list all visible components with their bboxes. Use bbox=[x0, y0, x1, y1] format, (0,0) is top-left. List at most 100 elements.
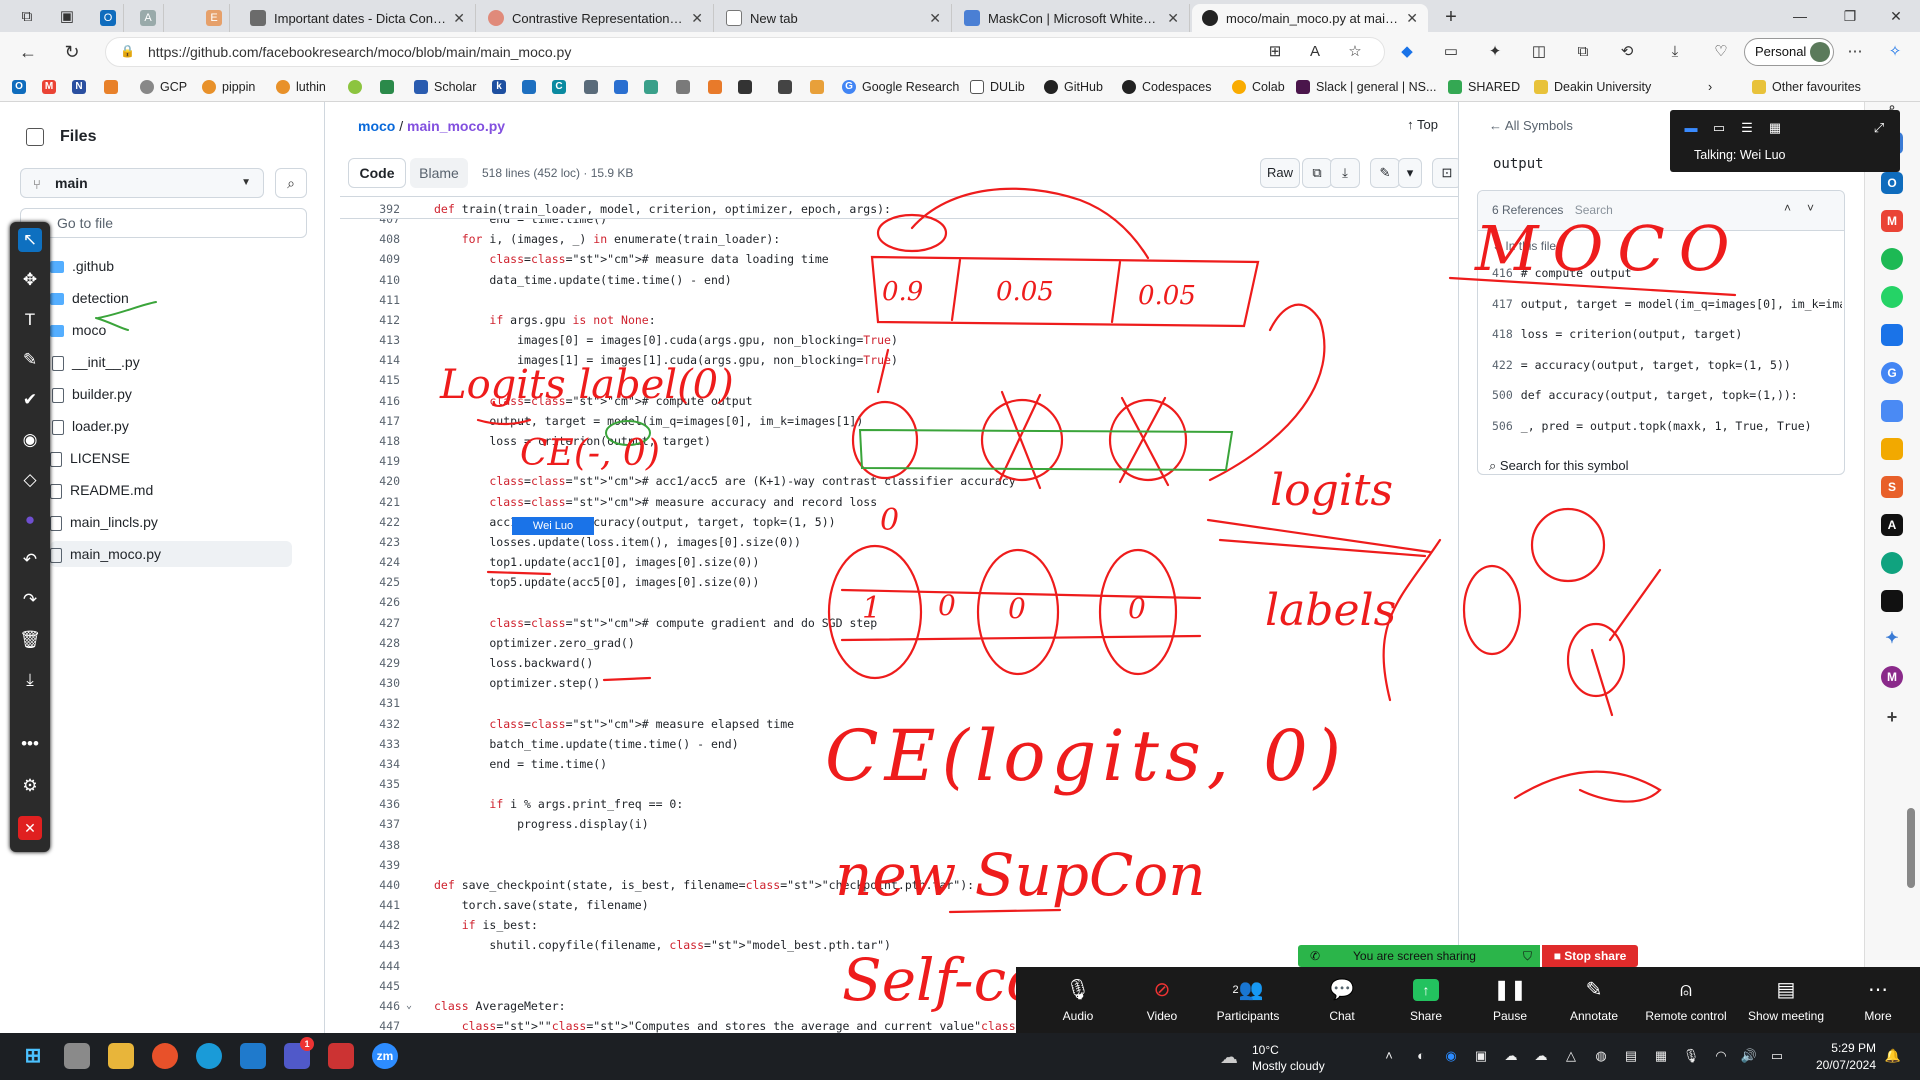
reference-item[interactable]: 422 = accuracy(output, target, topk=(1, 5… bbox=[1492, 355, 1842, 375]
file-explorer-icon[interactable] bbox=[108, 1043, 134, 1069]
line-number[interactable]: 410 bbox=[340, 270, 400, 290]
show-meeting-button[interactable]: ▤ Show meeting bbox=[1736, 967, 1836, 1033]
pdf-reader-icon[interactable] bbox=[328, 1043, 354, 1069]
bookmark-other-favourites[interactable]: Other favourites bbox=[1752, 78, 1861, 96]
bookmark-m[interactable] bbox=[810, 78, 830, 96]
more-button[interactable]: ⋯ More bbox=[1836, 967, 1920, 1033]
bookmark-j[interactable] bbox=[778, 78, 798, 96]
bookmark-c[interactable]: C bbox=[552, 78, 572, 96]
bookmark-i[interactable] bbox=[738, 78, 758, 96]
line-number[interactable]: 441 bbox=[340, 895, 400, 915]
line-number[interactable]: 415 bbox=[340, 370, 400, 390]
bookmark-luthin[interactable]: luthin bbox=[276, 78, 326, 96]
tree-item-license[interactable]: LICENSE bbox=[50, 445, 300, 471]
line-number[interactable]: 419 bbox=[340, 451, 400, 471]
participants-button[interactable]: 2👥 Participants bbox=[1206, 967, 1290, 1033]
line-number[interactable]: 442 bbox=[340, 915, 400, 935]
redo-icon[interactable]: ↷ bbox=[18, 588, 42, 612]
save-icon[interactable]: ⤓ bbox=[18, 668, 42, 692]
reference-item[interactable]: 417 output, target = model(im_q=images[0]… bbox=[1492, 294, 1842, 314]
tree-item-loader[interactable]: loader.py bbox=[52, 413, 300, 439]
tab-code[interactable]: Code bbox=[348, 158, 406, 188]
edge-icon[interactable] bbox=[196, 1043, 222, 1069]
chatgpt-icon[interactable] bbox=[1881, 552, 1903, 574]
line-number[interactable]: 416 bbox=[340, 391, 400, 411]
clear-trash-icon[interactable]: 🗑 bbox=[18, 628, 42, 652]
split-screen-icon[interactable]: ◫ bbox=[1528, 41, 1550, 63]
draw-tool-icon[interactable]: ✎ bbox=[18, 348, 42, 372]
tray-app-icon[interactable]: ◍ bbox=[1592, 1047, 1610, 1065]
zoom-tray-icon[interactable]: ◉ bbox=[1442, 1047, 1460, 1065]
bookmark-slack[interactable]: Slack | general | NS... bbox=[1296, 78, 1436, 96]
tray-app-icon[interactable]: ◐ bbox=[1412, 1047, 1430, 1065]
line-number[interactable]: 447 bbox=[340, 1016, 400, 1034]
line-number[interactable]: 417 bbox=[340, 411, 400, 431]
vscode-icon[interactable] bbox=[240, 1043, 266, 1069]
workspaces-icon[interactable]: ⧉ bbox=[16, 6, 38, 28]
text-tool-icon[interactable]: T bbox=[18, 308, 42, 332]
gmail-icon[interactable]: M bbox=[1881, 210, 1903, 232]
tree-item-main-lincls[interactable]: main_lincls.py bbox=[50, 509, 300, 535]
line-number[interactable]: 412 bbox=[340, 310, 400, 330]
copy-icon[interactable]: ⧉ bbox=[1302, 158, 1332, 188]
bookmark-gcp[interactable]: GCP bbox=[140, 78, 187, 96]
branch-selector[interactable]: ⑂ main ▼ bbox=[20, 168, 264, 198]
tree-item-readme[interactable]: README.md bbox=[50, 477, 300, 503]
video-strip-icon[interactable]: ▭ bbox=[1710, 120, 1728, 136]
line-number[interactable]: 418 bbox=[340, 431, 400, 451]
maximize-icon[interactable]: ❐ bbox=[1830, 2, 1870, 30]
search-icon[interactable]: ⌕ bbox=[275, 168, 307, 198]
stop-share-button[interactable]: ■ Stop share bbox=[1542, 945, 1638, 967]
reading-icon[interactable]: ▭ bbox=[1440, 41, 1462, 63]
bookmark-k[interactable]: k bbox=[492, 78, 512, 96]
minimize-icon[interactable]: — bbox=[1780, 2, 1820, 30]
tab-pinned-e[interactable]: E bbox=[196, 4, 230, 32]
tree-item-init[interactable]: __init__.py bbox=[52, 349, 300, 375]
tab-pinned-a[interactable]: A bbox=[130, 4, 164, 32]
chat-button[interactable]: 💬 Chat bbox=[1300, 967, 1384, 1033]
volume-icon[interactable]: 🔊 bbox=[1740, 1047, 1758, 1065]
line-number[interactable]: 432 bbox=[340, 714, 400, 734]
fold-chevron-icon[interactable]: ⌄ bbox=[406, 996, 412, 1016]
line-number[interactable]: 423 bbox=[340, 532, 400, 552]
gallery-view-icon[interactable]: ▦ bbox=[1766, 120, 1784, 136]
line-number[interactable]: 436 bbox=[340, 794, 400, 814]
line-number[interactable]: 424 bbox=[340, 552, 400, 572]
bookmark-f[interactable] bbox=[644, 78, 664, 96]
close-tab-icon[interactable]: ✕ bbox=[1406, 10, 1418, 27]
start-windows-icon[interactable]: ⊞ bbox=[20, 1043, 46, 1069]
breadcrumb-repo-link[interactable]: moco bbox=[358, 118, 395, 134]
line-number[interactable]: 443 bbox=[340, 935, 400, 955]
bookmark-dulib[interactable]: DULib bbox=[970, 78, 1025, 96]
reference-item[interactable]: 500 def accuracy(output, target, topk=(1,… bbox=[1492, 385, 1842, 405]
show-hidden-icons-icon[interactable]: ˄ bbox=[1380, 1047, 1398, 1065]
line-number[interactable]: 437 bbox=[340, 814, 400, 834]
line-number[interactable]: 430 bbox=[340, 673, 400, 693]
expand-icon[interactable]: ⤢ bbox=[1870, 120, 1888, 136]
minimize-icon[interactable]: ▬ bbox=[1682, 120, 1700, 136]
close-tab-icon[interactable]: ✕ bbox=[1167, 10, 1179, 27]
url-field[interactable]: 🔒 https://github.com/facebookresearch/mo… bbox=[105, 37, 1385, 67]
whatsapp-icon[interactable] bbox=[1881, 286, 1903, 308]
tree-item-detection[interactable]: detection bbox=[50, 285, 300, 311]
spotify-icon[interactable] bbox=[1881, 248, 1903, 270]
go-to-file-input[interactable]: Go to file bbox=[20, 208, 307, 238]
line-number[interactable]: 392 bbox=[340, 199, 400, 219]
bookmark-b[interactable] bbox=[522, 78, 542, 96]
line-number[interactable]: 420 bbox=[340, 471, 400, 491]
line-number[interactable]: 425 bbox=[340, 572, 400, 592]
tray-app-icon[interactable]: ▤ bbox=[1622, 1047, 1640, 1065]
format-tool-icon[interactable]: ● bbox=[18, 508, 42, 532]
references-nav-icons[interactable]: ˄˅ bbox=[1784, 201, 1830, 215]
zoom-app-icon[interactable]: zm bbox=[372, 1043, 398, 1069]
spotlight-tool-icon[interactable]: ◉ bbox=[18, 428, 42, 452]
close-window-icon[interactable]: ✕ bbox=[1876, 2, 1916, 30]
speaker-view-icon[interactable]: ☰ bbox=[1738, 120, 1756, 136]
read-aloud-icon[interactable]: A bbox=[1304, 41, 1326, 63]
download-icon[interactable]: ⤓ bbox=[1330, 158, 1360, 188]
bookmark-n[interactable]: N bbox=[72, 78, 92, 96]
bookmark-d[interactable] bbox=[584, 78, 604, 96]
wifi-icon[interactable]: ◠ bbox=[1712, 1047, 1730, 1065]
bookmark-id[interactable] bbox=[348, 78, 368, 96]
bookmark-colab[interactable]: Colab bbox=[1232, 78, 1285, 96]
